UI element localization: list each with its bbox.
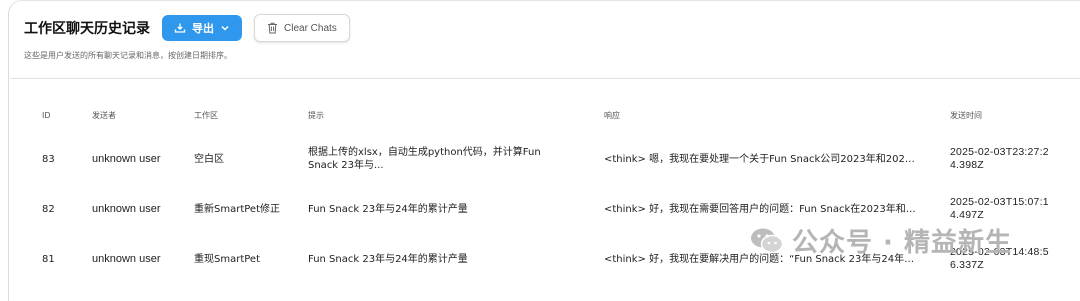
cell-response[interactable]: <think> 好，我现在需要回答用户的问题：Fun Snack在2023年和2… — [604, 203, 920, 216]
cell-prompt[interactable]: Fun Snack 23年与24年的累计产量 — [308, 253, 558, 266]
watermark: 公众号 · 精益新生 — [750, 222, 1012, 259]
header-divider — [10, 78, 1080, 79]
clear-chats-label: Clear Chats — [284, 22, 337, 34]
cell-id: 83 — [42, 153, 55, 165]
watermark-text: 公众号 · 精益新生 — [792, 228, 1012, 258]
page-subtitle: 这些是用户发送的所有聊天记录和消息，按创建日期排序。 — [24, 51, 232, 60]
page-title: 工作区聊天历史记录 — [24, 21, 150, 37]
cell-sender: unknown user — [92, 252, 161, 265]
cell-id: 82 — [42, 203, 55, 215]
column-header-prompt[interactable]: 提示 — [308, 96, 604, 134]
cell-sender: unknown user — [92, 152, 161, 165]
table-row[interactable]: 83 unknown user 空白区 根据上传的xlsx，自动生成python… — [24, 134, 1070, 184]
export-label: 导出 — [192, 22, 214, 35]
column-header-sent-at[interactable]: 发送时间 — [950, 96, 1070, 134]
column-header-id[interactable]: ID — [24, 96, 92, 134]
cell-sent-at: 2025-02-03T23:27:24.398Z — [950, 146, 1049, 171]
wechat-icon — [751, 228, 784, 253]
cell-workspace: 空白区 — [194, 153, 224, 165]
clear-chats-button[interactable]: Clear Chats — [254, 14, 350, 42]
cell-id: 81 — [42, 253, 55, 265]
download-tray-icon — [174, 23, 186, 33]
table-header-row: ID 发送者 工作区 提示 响应 发送时间 — [24, 96, 1070, 134]
cell-workspace: 重现SmartPet — [194, 253, 260, 265]
cell-response[interactable]: <think> 嗯，我现在要处理一个关于Fun Snack公司2023年和202… — [604, 153, 920, 166]
chevron-down-icon — [221, 25, 229, 31]
cell-sent-at: 2025-02-03T15:07:14.497Z — [950, 196, 1049, 221]
column-header-workspace[interactable]: 工作区 — [194, 96, 308, 134]
export-button[interactable]: 导出 — [162, 15, 242, 41]
cell-sender: unknown user — [92, 202, 161, 215]
cell-prompt[interactable]: 根据上传的xlsx，自动生成python代码，并计算Fun Snack 23年与… — [308, 146, 558, 172]
page-header: 工作区聊天历史记录 导出 Clear Chats — [24, 14, 350, 42]
column-header-sender[interactable]: 发送者 — [92, 96, 194, 134]
column-header-response[interactable]: 响应 — [604, 96, 950, 134]
cell-prompt[interactable]: Fun Snack 23年与24年的累计产量 — [308, 203, 558, 216]
trash-icon — [268, 22, 277, 34]
cell-workspace: 重新SmartPet修正 — [194, 203, 280, 215]
